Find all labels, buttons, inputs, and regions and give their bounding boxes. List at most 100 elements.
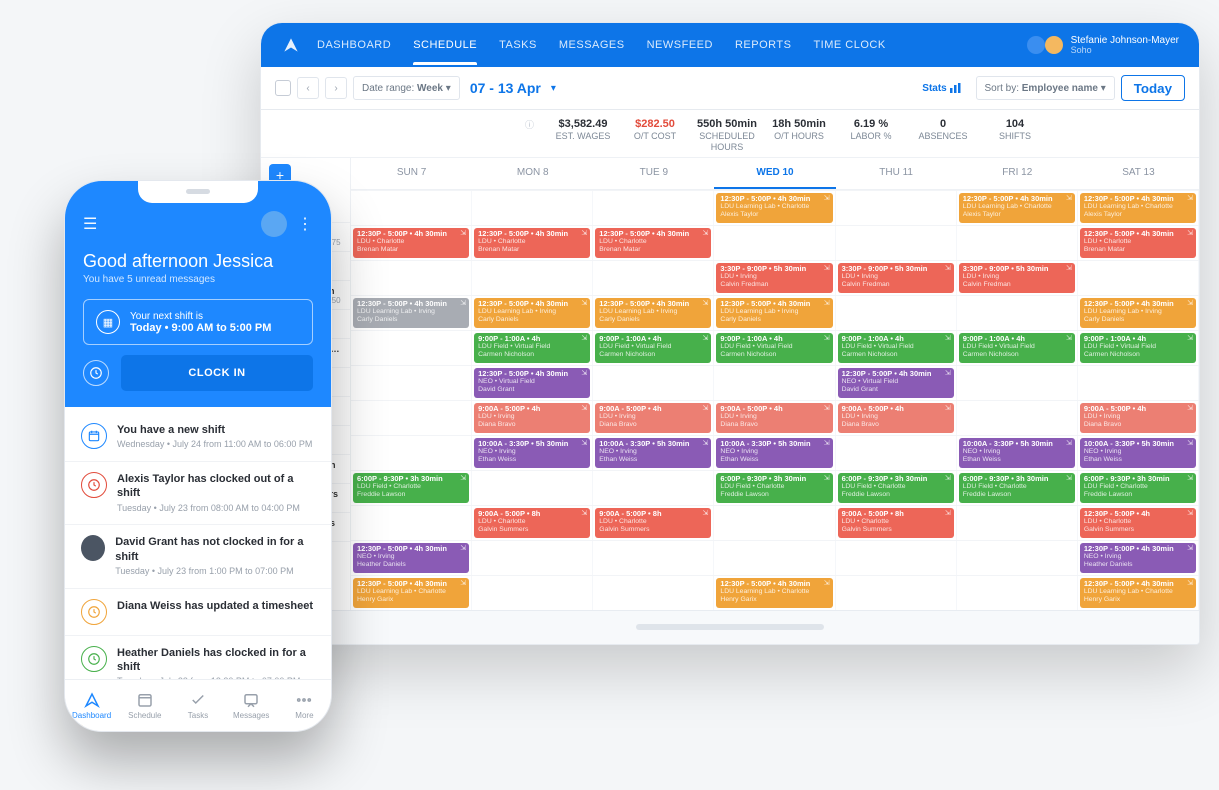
chevron-down-icon[interactable]: ▾ xyxy=(551,83,556,94)
schedule-cell[interactable]: 12:30P - 5:00P • 4h 30minLDU Learning La… xyxy=(1078,576,1199,610)
shift-card[interactable]: 10:00A - 3:30P • 5h 30minNEO • IrvingEth… xyxy=(959,438,1075,468)
schedule-cell[interactable]: 12:30P - 5:00P • 4h 30minLDU Learning La… xyxy=(714,576,835,610)
shift-card[interactable]: 12:30P - 5:00P • 4h 30minLDU • Charlotte… xyxy=(474,228,590,258)
info-icon[interactable] xyxy=(1027,36,1045,54)
tab-more[interactable]: More xyxy=(278,680,331,731)
feed-item[interactable]: Diana Weiss has updated a timesheet xyxy=(65,589,331,636)
schedule-cell[interactable]: 9:00P - 1:00A • 4hLDU Field • Virtual Fi… xyxy=(957,331,1078,365)
shift-card[interactable]: 12:30P - 5:00P • 4h 30minLDU Learning La… xyxy=(353,578,469,608)
schedule-cell[interactable] xyxy=(351,401,472,435)
metrics-info-icon[interactable]: ⓘ xyxy=(525,118,547,131)
shift-card[interactable]: 9:00A - 5:00P • 8hLDU • CharlotteGalvin … xyxy=(474,508,590,538)
schedule-cell[interactable]: 9:00A - 5:00P • 4hLDU • IrvingDiana Brav… xyxy=(714,401,835,435)
tab-messages[interactable]: Messages xyxy=(225,680,278,731)
shift-card[interactable]: 12:30P - 5:00P • 4h 30minLDU • Charlotte… xyxy=(595,228,711,258)
tab-schedule[interactable]: Schedule xyxy=(118,680,171,731)
shift-card[interactable]: 9:00A - 5:00P • 4hLDU • IrvingDiana Brav… xyxy=(1080,403,1196,433)
tab-dashboard[interactable]: Dashboard xyxy=(65,680,118,731)
schedule-cell[interactable]: 12:30P - 5:00P • 4h 30minLDU • Charlotte… xyxy=(351,226,472,260)
avatar[interactable] xyxy=(261,211,287,237)
next-week-button[interactable]: › xyxy=(325,77,347,99)
schedule-cell[interactable]: 9:00A - 5:00P • 4hLDU • IrvingDiana Brav… xyxy=(1078,401,1199,435)
day-header[interactable]: FRI 12 xyxy=(957,158,1078,189)
schedule-cell[interactable]: 12:30P - 5:00P • 4h 30minLDU • Charlotte… xyxy=(1078,226,1199,260)
shift-card[interactable]: 12:30P - 5:00P • 4h 30minNEO • Virtual F… xyxy=(838,368,954,398)
clock-in-button[interactable]: CLOCK IN xyxy=(121,355,313,391)
schedule-cell[interactable] xyxy=(351,436,472,470)
shift-card[interactable]: 9:00A - 5:00P • 8hLDU • CharlotteGalvin … xyxy=(838,508,954,538)
schedule-cell[interactable] xyxy=(836,541,957,575)
schedule-cell[interactable]: 10:00A - 3:30P • 5h 30minNEO • IrvingEth… xyxy=(593,436,714,470)
schedule-cell[interactable] xyxy=(957,296,1078,330)
shift-card[interactable]: 6:00P - 9:30P • 3h 30minLDU Field • Char… xyxy=(716,473,832,503)
schedule-cell[interactable]: 12:30P - 5:00P • 4hLDU • CharlotteGalvin… xyxy=(1078,506,1199,540)
feed-item[interactable]: David Grant has not clocked in for a shi… xyxy=(65,525,331,588)
schedule-cell[interactable] xyxy=(714,366,835,400)
schedule-cell[interactable]: 9:00A - 5:00P • 4hLDU • IrvingDiana Brav… xyxy=(593,401,714,435)
schedule-cell[interactable]: 12:30P - 5:00P • 4h 30minLDU Learning La… xyxy=(1078,296,1199,330)
schedule-cell[interactable]: 12:30P - 5:00P • 4h 30minLDU • Charlotte… xyxy=(593,226,714,260)
schedule-cell[interactable]: 12:30P - 5:00P • 4h 30minLDU Learning La… xyxy=(472,296,593,330)
shift-card[interactable]: 6:00P - 9:30P • 3h 30minLDU Field • Char… xyxy=(353,473,469,503)
shift-card[interactable]: 9:00P - 1:00A • 4hLDU Field • Virtual Fi… xyxy=(716,333,832,363)
schedule-cell[interactable] xyxy=(351,506,472,540)
shift-card[interactable]: 12:30P - 5:00P • 4h 30minLDU Learning La… xyxy=(716,193,832,223)
schedule-cell[interactable]: 3:30P - 9:00P • 5h 30minLDU • IrvingCalv… xyxy=(714,261,835,295)
schedule-cell[interactable] xyxy=(472,471,593,505)
shift-card[interactable]: 12:30P - 5:00P • 4h 30minLDU Learning La… xyxy=(959,193,1075,223)
shift-card[interactable]: 6:00P - 9:30P • 3h 30minLDU Field • Char… xyxy=(838,473,954,503)
schedule-cell[interactable]: 9:00A - 5:00P • 8hLDU • CharlotteGalvin … xyxy=(593,506,714,540)
shift-card[interactable]: 12:30P - 5:00P • 4h 30minLDU Learning La… xyxy=(716,578,832,608)
nav-tasks[interactable]: TASKS xyxy=(499,25,537,65)
schedule-cell[interactable] xyxy=(836,296,957,330)
schedule-cell[interactable] xyxy=(957,576,1078,610)
shift-card[interactable]: 9:00A - 5:00P • 4hLDU • IrvingDiana Brav… xyxy=(716,403,832,433)
schedule-cell[interactable]: 12:30P - 5:00P • 4h 30minLDU Learning La… xyxy=(714,191,835,225)
schedule-cell[interactable] xyxy=(351,191,472,225)
shift-card[interactable]: 12:30P - 5:00P • 4hLDU • CharlotteGalvin… xyxy=(1080,508,1196,538)
schedule-cell[interactable] xyxy=(957,226,1078,260)
shift-card[interactable]: 12:30P - 5:00P • 4h 30minLDU Learning La… xyxy=(353,298,469,328)
schedule-cell[interactable]: 10:00A - 3:30P • 5h 30minNEO • IrvingEth… xyxy=(957,436,1078,470)
shift-card[interactable]: 12:30P - 5:00P • 4h 30minLDU Learning La… xyxy=(1080,578,1196,608)
day-header[interactable]: WED 10 xyxy=(714,158,835,189)
schedule-cell[interactable] xyxy=(836,226,957,260)
next-shift-card[interactable]: ▦ Your next shift is Today • 9:00 AM to … xyxy=(83,299,313,345)
schedule-cell[interactable]: 12:30P - 5:00P • 4h 30minLDU • Charlotte… xyxy=(472,226,593,260)
schedule-cell[interactable]: 12:30P - 5:00P • 4h 30minLDU Learning La… xyxy=(714,296,835,330)
schedule-cell[interactable]: 12:30P - 5:00P • 4h 30minLDU Learning La… xyxy=(957,191,1078,225)
sort-selector[interactable]: Sort by: Employee name ▾ xyxy=(976,76,1115,100)
shift-card[interactable]: 12:30P - 5:00P • 4h 30minLDU Learning La… xyxy=(1080,193,1196,223)
shift-card[interactable]: 9:00P - 1:00A • 4hLDU Field • Virtual Fi… xyxy=(838,333,954,363)
schedule-cell[interactable]: 9:00P - 1:00A • 4hLDU Field • Virtual Fi… xyxy=(714,331,835,365)
schedule-cell[interactable]: 6:00P - 9:30P • 3h 30minLDU Field • Char… xyxy=(957,471,1078,505)
schedule-cell[interactable]: 12:30P - 5:00P • 4h 30minNEO • IrvingHea… xyxy=(1078,541,1199,575)
schedule-cell[interactable]: 12:30P - 5:00P • 4h 30minNEO • Virtual F… xyxy=(836,366,957,400)
nav-time clock[interactable]: TIME CLOCK xyxy=(813,25,885,65)
schedule-cell[interactable]: 12:30P - 5:00P • 4h 30minLDU Learning La… xyxy=(351,296,472,330)
shift-card[interactable]: 12:30P - 5:00P • 4h 30minNEO • IrvingHea… xyxy=(1080,543,1196,573)
schedule-cell[interactable] xyxy=(957,541,1078,575)
shift-card[interactable]: 9:00A - 5:00P • 8hLDU • CharlotteGalvin … xyxy=(595,508,711,538)
nav-dashboard[interactable]: DASHBOARD xyxy=(317,25,391,65)
shift-card[interactable]: 9:00P - 1:00A • 4hLDU Field • Virtual Fi… xyxy=(474,333,590,363)
schedule-cell[interactable]: 9:00P - 1:00A • 4hLDU Field • Virtual Fi… xyxy=(593,331,714,365)
tab-tasks[interactable]: Tasks xyxy=(171,680,224,731)
shift-card[interactable]: 6:00P - 9:30P • 3h 30minLDU Field • Char… xyxy=(959,473,1075,503)
more-icon[interactable]: ⋮ xyxy=(297,214,313,234)
shift-card[interactable]: 12:30P - 5:00P • 4h 30minLDU • Charlotte… xyxy=(353,228,469,258)
shift-card[interactable]: 6:00P - 9:30P • 3h 30minLDU Field • Char… xyxy=(1080,473,1196,503)
schedule-cell[interactable] xyxy=(593,541,714,575)
schedule-cell[interactable]: 10:00A - 3:30P • 5h 30minNEO • IrvingEth… xyxy=(1078,436,1199,470)
shift-card[interactable]: 9:00A - 5:00P • 4hLDU • IrvingDiana Brav… xyxy=(595,403,711,433)
shift-card[interactable]: 9:00P - 1:00A • 4hLDU Field • Virtual Fi… xyxy=(595,333,711,363)
schedule-cell[interactable]: 12:30P - 5:00P • 4h 30minLDU Learning La… xyxy=(1078,191,1199,225)
day-header[interactable]: THU 11 xyxy=(836,158,957,189)
feed-item[interactable]: You have a new shiftWednesday • July 24 … xyxy=(65,413,331,462)
shift-card[interactable]: 3:30P - 9:00P • 5h 30minLDU • IrvingCalv… xyxy=(959,263,1075,293)
prev-week-button[interactable]: ‹ xyxy=(297,77,319,99)
shift-card[interactable]: 9:00P - 1:00A • 4hLDU Field • Virtual Fi… xyxy=(1080,333,1196,363)
schedule-cell[interactable] xyxy=(593,261,714,295)
shift-card[interactable]: 12:30P - 5:00P • 4h 30minLDU Learning La… xyxy=(716,298,832,328)
shift-card[interactable]: 3:30P - 9:00P • 5h 30minLDU • IrvingCalv… xyxy=(716,263,832,293)
